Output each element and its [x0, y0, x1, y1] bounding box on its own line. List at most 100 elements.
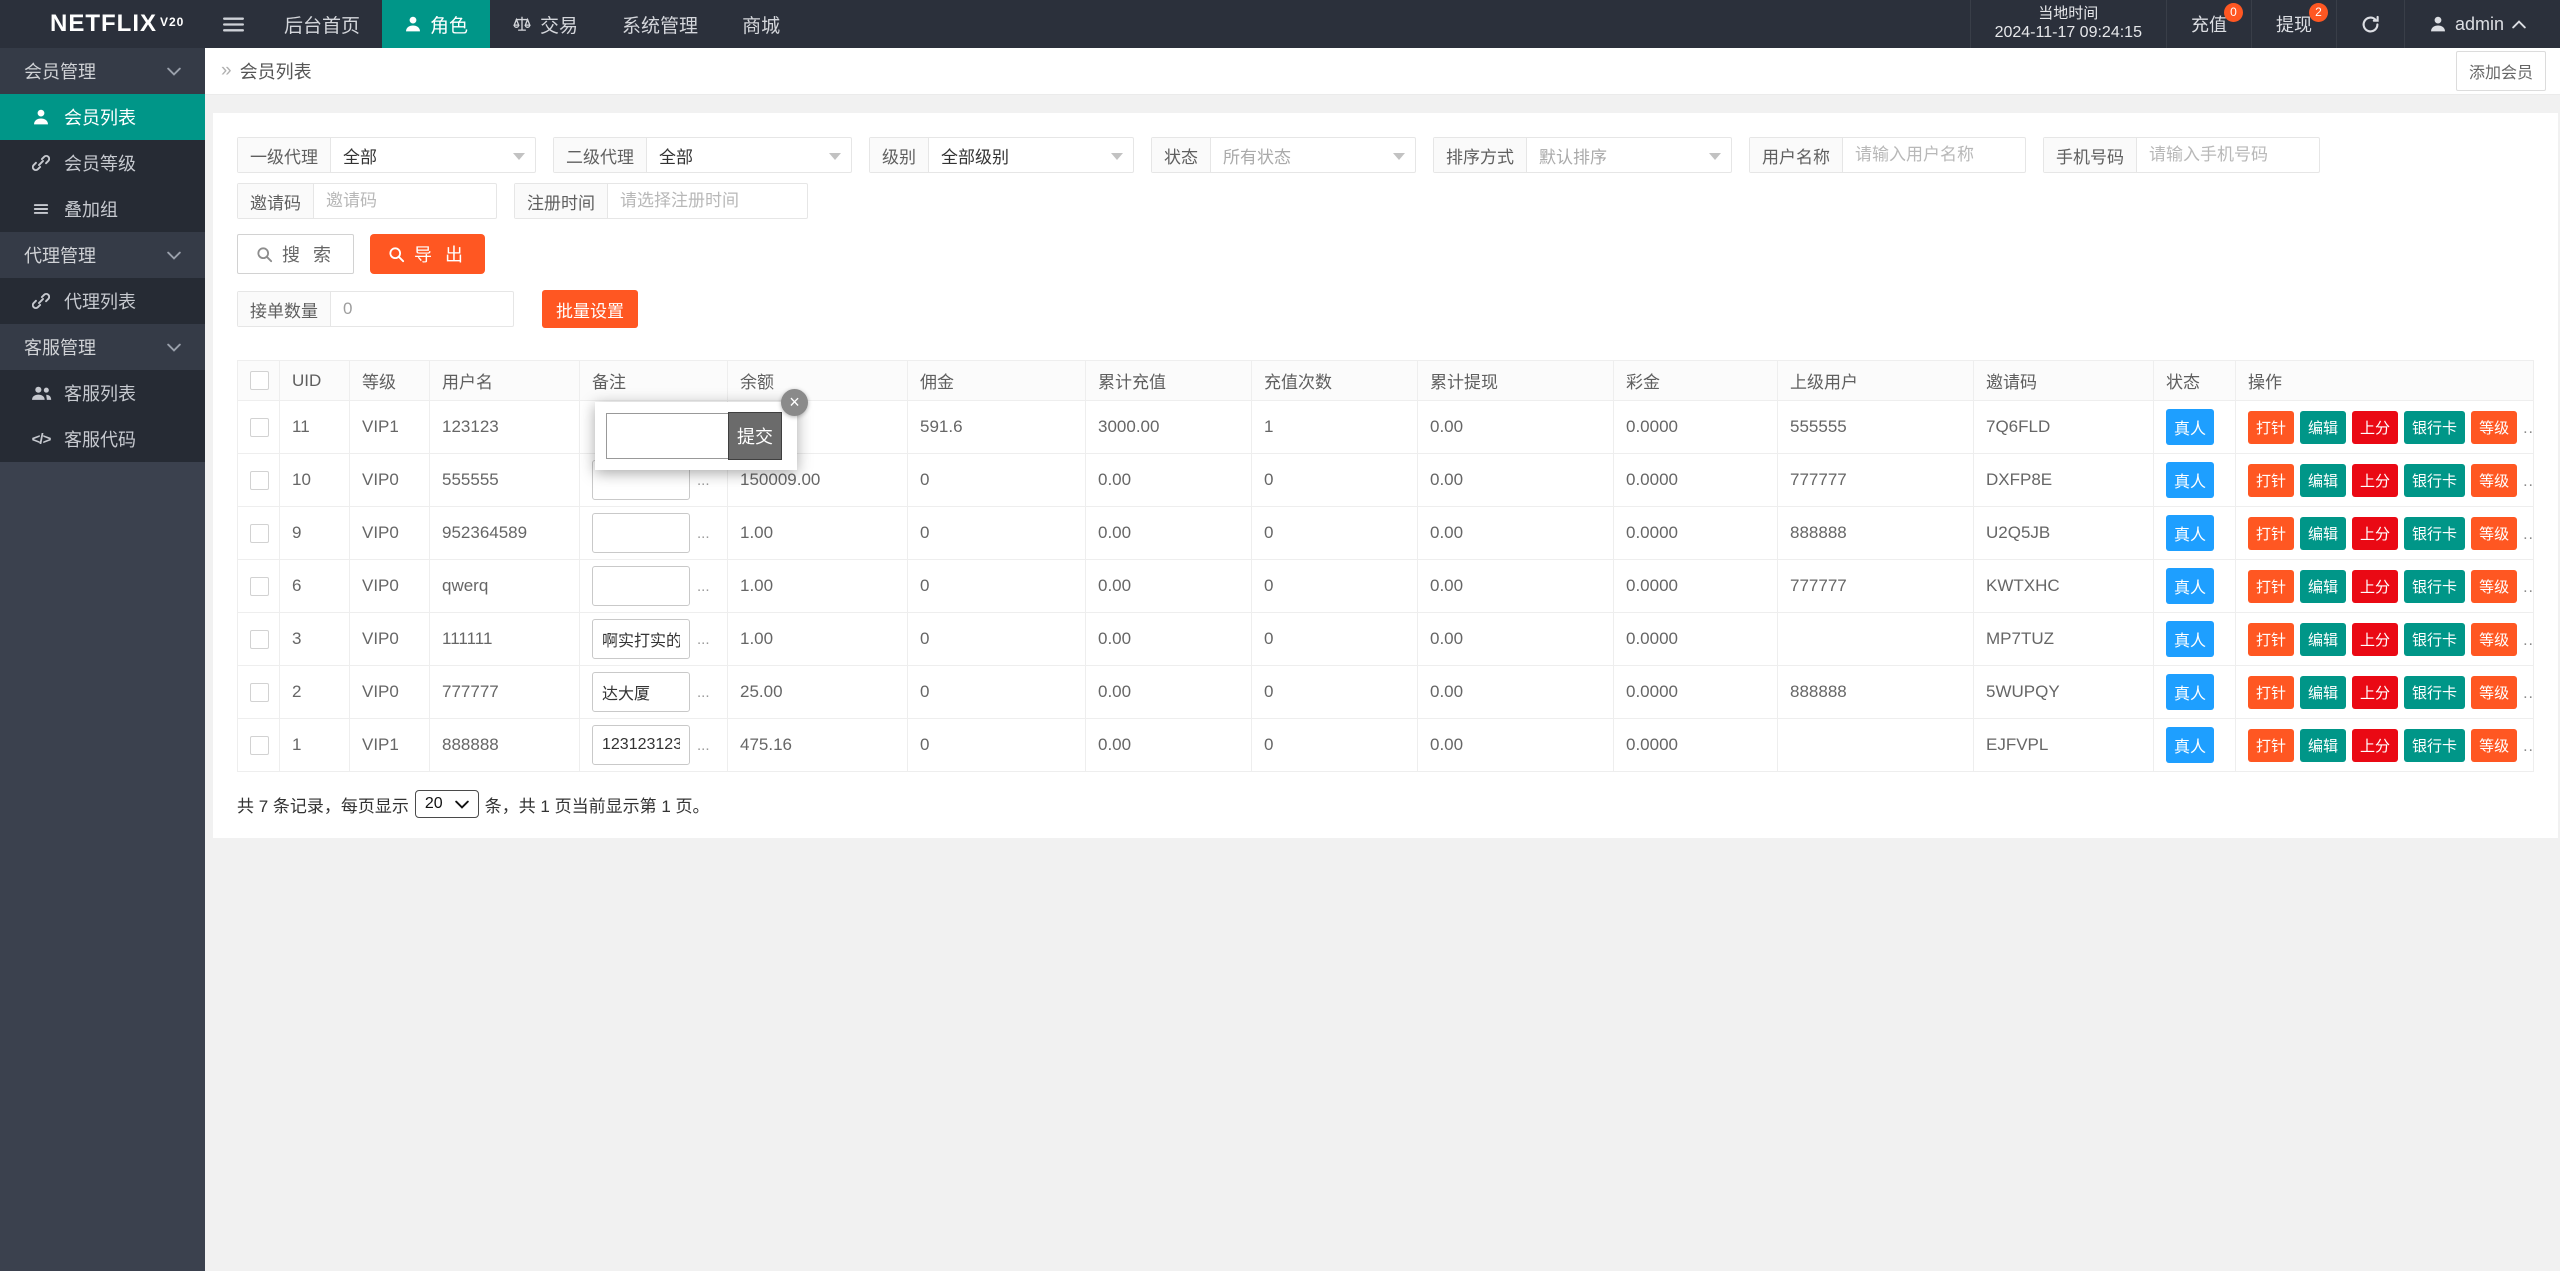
status-badge[interactable]: 真人	[2166, 568, 2214, 604]
filter-input[interactable]	[608, 184, 807, 218]
action-打针-button[interactable]: 打针	[2248, 517, 2294, 550]
action-打针-button[interactable]: 打针	[2248, 729, 2294, 762]
action-银行卡-button[interactable]: 银行卡	[2404, 517, 2465, 550]
row-checkbox[interactable]	[250, 418, 269, 437]
withdraw-button[interactable]: 提现 2	[2251, 0, 2336, 48]
column-header: 用户名	[430, 361, 580, 401]
remark-popup-submit-button[interactable]: 提交	[728, 412, 782, 460]
export-button[interactable]: 导 出	[370, 234, 485, 274]
status-badge[interactable]: 真人	[2166, 674, 2214, 710]
action-上分-button[interactable]: 上分	[2352, 411, 2398, 444]
more-actions-button[interactable]: ...	[2523, 632, 2533, 649]
action-等级-button[interactable]: 等级	[2471, 411, 2517, 444]
more-actions-button[interactable]: ...	[2523, 685, 2533, 702]
filter-select[interactable]: 所有状态	[1211, 138, 1415, 172]
filter-select[interactable]: 默认排序	[1527, 138, 1731, 172]
per-page-select[interactable]: 20	[415, 790, 479, 818]
action-上分-button[interactable]: 上分	[2352, 570, 2398, 603]
more-actions-button[interactable]: ...	[2523, 420, 2533, 437]
status-badge[interactable]: 真人	[2166, 515, 2214, 551]
status-badge[interactable]: 真人	[2166, 621, 2214, 657]
row-checkbox[interactable]	[250, 630, 269, 649]
action-编辑-button[interactable]: 编辑	[2300, 411, 2346, 444]
action-等级-button[interactable]: 等级	[2471, 570, 2517, 603]
row-checkbox[interactable]	[250, 736, 269, 755]
action-编辑-button[interactable]: 编辑	[2300, 517, 2346, 550]
remark-popup-input[interactable]	[606, 413, 728, 459]
sidebar-item[interactable]: </>客服代码	[0, 416, 205, 462]
sidebar-item[interactable]: 客服列表	[0, 370, 205, 416]
action-银行卡-button[interactable]: 银行卡	[2404, 729, 2465, 762]
add-member-button[interactable]: 添加会员	[2456, 51, 2546, 91]
sidebar-item[interactable]: 会员等级	[0, 140, 205, 186]
action-银行卡-button[interactable]: 银行卡	[2404, 464, 2465, 497]
action-打针-button[interactable]: 打针	[2248, 570, 2294, 603]
action-打针-button[interactable]: 打针	[2248, 676, 2294, 709]
nav-item-trade[interactable]: 交易	[490, 0, 600, 48]
action-等级-button[interactable]: 等级	[2471, 729, 2517, 762]
row-checkbox[interactable]	[250, 683, 269, 702]
sidebar-item[interactable]: 会员列表	[0, 94, 205, 140]
action-银行卡-button[interactable]: 银行卡	[2404, 570, 2465, 603]
remark-input[interactable]	[592, 566, 690, 606]
action-等级-button[interactable]: 等级	[2471, 464, 2517, 497]
action-编辑-button[interactable]: 编辑	[2300, 623, 2346, 656]
select-all-checkbox[interactable]	[250, 371, 269, 390]
action-打针-button[interactable]: 打针	[2248, 623, 2294, 656]
action-打针-button[interactable]: 打针	[2248, 464, 2294, 497]
remark-input[interactable]	[592, 672, 690, 712]
order-count-input[interactable]	[331, 292, 513, 326]
search-button[interactable]: 搜 索	[237, 234, 354, 274]
action-编辑-button[interactable]: 编辑	[2300, 570, 2346, 603]
more-actions-button[interactable]: ...	[2523, 738, 2533, 755]
remark-input[interactable]	[592, 513, 690, 553]
filter-input[interactable]	[1843, 138, 2025, 172]
action-上分-button[interactable]: 上分	[2352, 464, 2398, 497]
action-等级-button[interactable]: 等级	[2471, 623, 2517, 656]
sidebar-section-2[interactable]: 客服管理	[0, 324, 205, 370]
filter-select[interactable]: 全部级别	[929, 138, 1133, 172]
action-等级-button[interactable]: 等级	[2471, 676, 2517, 709]
sidebar-item[interactable]: 叠加组	[0, 186, 205, 232]
action-银行卡-button[interactable]: 银行卡	[2404, 411, 2465, 444]
close-icon[interactable]: ×	[781, 389, 808, 416]
action-等级-button[interactable]: 等级	[2471, 517, 2517, 550]
recharge-button[interactable]: 充值 0	[2166, 0, 2251, 48]
action-打针-button[interactable]: 打针	[2248, 411, 2294, 444]
action-上分-button[interactable]: 上分	[2352, 517, 2398, 550]
hamburger-menu-icon[interactable]	[205, 0, 262, 48]
remark-input[interactable]	[592, 619, 690, 659]
action-上分-button[interactable]: 上分	[2352, 623, 2398, 656]
nav-item-mall[interactable]: 商城	[720, 0, 802, 48]
admin-dropdown[interactable]: admin	[2404, 0, 2560, 48]
nav-item-role[interactable]: 角色	[382, 0, 490, 48]
more-actions-button[interactable]: ...	[2523, 473, 2533, 490]
row-checkbox[interactable]	[250, 524, 269, 543]
filter-input[interactable]	[314, 184, 496, 218]
action-银行卡-button[interactable]: 银行卡	[2404, 676, 2465, 709]
nav-item-home[interactable]: 后台首页	[262, 0, 382, 48]
action-编辑-button[interactable]: 编辑	[2300, 464, 2346, 497]
more-actions-button[interactable]: ...	[2523, 579, 2533, 596]
row-checkbox[interactable]	[250, 577, 269, 596]
action-编辑-button[interactable]: 编辑	[2300, 729, 2346, 762]
refresh-button[interactable]	[2336, 0, 2404, 48]
batch-set-button[interactable]: 批量设置	[542, 290, 638, 328]
remark-input[interactable]	[592, 725, 690, 765]
sidebar-section-1[interactable]: 代理管理	[0, 232, 205, 278]
more-actions-button[interactable]: ...	[2523, 526, 2533, 543]
status-badge[interactable]: 真人	[2166, 727, 2214, 763]
nav-item-system[interactable]: 系统管理	[600, 0, 720, 48]
sidebar-item[interactable]: 代理列表	[0, 278, 205, 324]
sidebar-section-0[interactable]: 会员管理	[0, 48, 205, 94]
filter-select[interactable]: 全部	[331, 138, 535, 172]
status-badge[interactable]: 真人	[2166, 409, 2214, 445]
filter-select[interactable]: 全部	[647, 138, 851, 172]
action-上分-button[interactable]: 上分	[2352, 676, 2398, 709]
action-编辑-button[interactable]: 编辑	[2300, 676, 2346, 709]
row-checkbox[interactable]	[250, 471, 269, 490]
action-上分-button[interactable]: 上分	[2352, 729, 2398, 762]
action-银行卡-button[interactable]: 银行卡	[2404, 623, 2465, 656]
filter-input[interactable]	[2137, 138, 2319, 172]
status-badge[interactable]: 真人	[2166, 462, 2214, 498]
